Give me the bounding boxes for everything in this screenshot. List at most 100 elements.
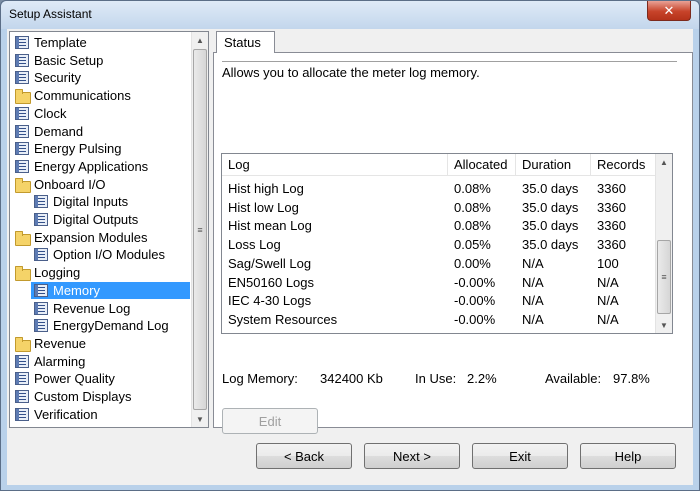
tree-item[interactable]: Power Quality (12, 370, 119, 387)
page-icon (34, 319, 48, 333)
help-button[interactable]: Help (580, 443, 676, 469)
window-title: Setup Assistant (9, 7, 92, 21)
table-row[interactable]: Sag/Swell Log 0.00% N/A 100 (222, 254, 655, 273)
tab-status[interactable]: Status (216, 31, 275, 53)
column-header-duration[interactable]: Duration (516, 154, 591, 176)
scroll-up-icon[interactable]: ▲ (192, 32, 208, 48)
page-icon (34, 213, 48, 226)
folder-icon (15, 177, 31, 193)
tree-item-label: Energy Pulsing (34, 141, 122, 157)
table-scroll-thumb[interactable]: ≡ (657, 240, 671, 314)
scroll-down-icon[interactable]: ▼ (656, 317, 672, 333)
tree-item[interactable]: Option I/O Modules (31, 246, 169, 263)
tree-scroll-thumb[interactable]: ≡ (193, 49, 207, 410)
folder-icon (15, 266, 31, 282)
tree-item[interactable]: Expansion Modules (12, 229, 151, 246)
navigation-tree: Template Basic Setup Security Communication… (9, 31, 209, 428)
table-cell: 3360 (597, 218, 626, 234)
page-icon (34, 195, 48, 209)
tree-item[interactable]: Digital Inputs (31, 193, 132, 210)
tree-item[interactable]: Onboard I/O (12, 176, 110, 193)
column-header-records[interactable]: Records (591, 154, 655, 176)
table-row[interactable]: EN50160 Logs -0.00% N/A N/A (222, 273, 655, 292)
exit-button[interactable]: Exit (472, 443, 568, 469)
tree-item-label: Custom Displays (34, 389, 132, 404)
tree-item[interactable]: Memory (31, 281, 190, 299)
tree-item[interactable]: Revenue (12, 335, 90, 352)
page-icon (15, 354, 29, 368)
table-cell: N/A (522, 311, 544, 327)
table-cell: -0.00% (454, 274, 496, 290)
title-bar: Setup Assistant ✕ (1, 1, 699, 29)
tree-item-label: Clock (34, 105, 67, 121)
page-icon (15, 106, 29, 120)
page-icon (15, 36, 29, 49)
tree-item[interactable]: Security (12, 69, 85, 86)
folder-icon (15, 89, 31, 105)
status-panel: Allows you to allocate the meter log mem… (213, 52, 693, 434)
log-table: Log Allocated Duration Records Hist high… (221, 153, 673, 334)
column-header-allocated[interactable]: Allocated (448, 154, 516, 176)
tree-item[interactable]: Clock (12, 105, 71, 122)
table-cell: 0.05% (454, 237, 491, 253)
close-button[interactable]: ✕ (647, 1, 691, 21)
table-row[interactable]: Hist mean Log 0.08% 35.0 days 3360 (222, 216, 655, 235)
tree-item-label: Digital Inputs (53, 194, 129, 210)
tree-item-label: Communications (34, 88, 131, 104)
tree-item[interactable]: Logging (12, 264, 84, 282)
folder-icon (15, 230, 31, 246)
tree-item[interactable]: EnergyDemand Log (31, 317, 173, 334)
scroll-down-icon[interactable]: ▼ (192, 411, 208, 427)
tree-item[interactable]: Verification (12, 406, 102, 423)
table-cell: Loss Log (228, 237, 281, 253)
page-icon (34, 248, 48, 262)
back-button[interactable]: < Back (256, 443, 352, 469)
tree-item[interactable]: Template (12, 34, 91, 51)
table-row[interactable]: Hist high Log 0.08% 35.0 days 3360 (222, 179, 655, 198)
next-button[interactable]: Next > (364, 443, 460, 469)
table-cell: 0.08% (454, 218, 491, 234)
tree-item[interactable]: Alarming (12, 353, 89, 370)
log-memory-value: 342400 Kb (320, 371, 383, 386)
tree-item[interactable]: Basic Setup (12, 52, 107, 69)
tree-item[interactable]: Energy Applications (12, 158, 152, 175)
table-cell: Hist low Log (228, 199, 299, 215)
scroll-up-icon[interactable]: ▲ (656, 154, 672, 170)
tree-item[interactable]: Energy Pulsing (12, 140, 125, 157)
table-row[interactable]: Hist low Log 0.08% 35.0 days 3360 (222, 198, 655, 217)
tree-item[interactable]: Revenue Log (31, 300, 134, 317)
table-row[interactable]: System Resources -0.00% N/A N/A (222, 310, 655, 329)
tree-item[interactable]: Communications (12, 87, 135, 105)
tree-list: Template Basic Setup Security Communication… (10, 32, 192, 427)
page-icon (15, 372, 29, 386)
tree-item[interactable]: Demand (12, 123, 87, 140)
table-scrollbar[interactable]: ▲ ≡ ▼ (655, 154, 672, 333)
tree-item-label: Basic Setup (34, 52, 104, 68)
tree-item[interactable]: Custom Displays (12, 388, 136, 405)
tree-item-label: Verification (34, 406, 98, 422)
table-row[interactable]: IEC 4-30 Logs -0.00% N/A N/A (222, 291, 655, 310)
table-cell: 0.08% (454, 181, 491, 196)
tree-item-label: Energy Applications (34, 158, 149, 174)
description-text: Allows you to allocate the meter log mem… (222, 61, 677, 149)
table-cell: IEC 4-30 Logs (228, 293, 312, 309)
tree-item[interactable]: Digital Outputs (31, 211, 142, 228)
close-icon: ✕ (663, 2, 675, 18)
tree-item-label: Logging (34, 265, 81, 281)
column-header-log[interactable]: Log (222, 154, 448, 176)
table-cell: N/A (522, 274, 544, 290)
page-icon (15, 71, 29, 85)
tree-item-label: Power Quality (34, 371, 115, 387)
table-cell: N/A (522, 255, 544, 271)
tree-item-label: Option I/O Modules (53, 247, 165, 263)
tree-scrollbar[interactable]: ▲ ≡ ▼ (191, 32, 208, 427)
table-row[interactable]: Loss Log 0.05% 35.0 days 3360 (222, 235, 655, 254)
table-cell: EN50160 Logs (228, 274, 315, 290)
table-cell: 35.0 days (522, 237, 579, 253)
table-cell: Hist mean Log (228, 218, 312, 234)
table-cell: 3360 (597, 237, 626, 253)
table-cell: -0.00% (454, 311, 496, 327)
edit-button[interactable]: Edit (222, 408, 318, 434)
log-table-header: Log Allocated Duration Records (222, 154, 655, 176)
page-icon (15, 124, 29, 138)
